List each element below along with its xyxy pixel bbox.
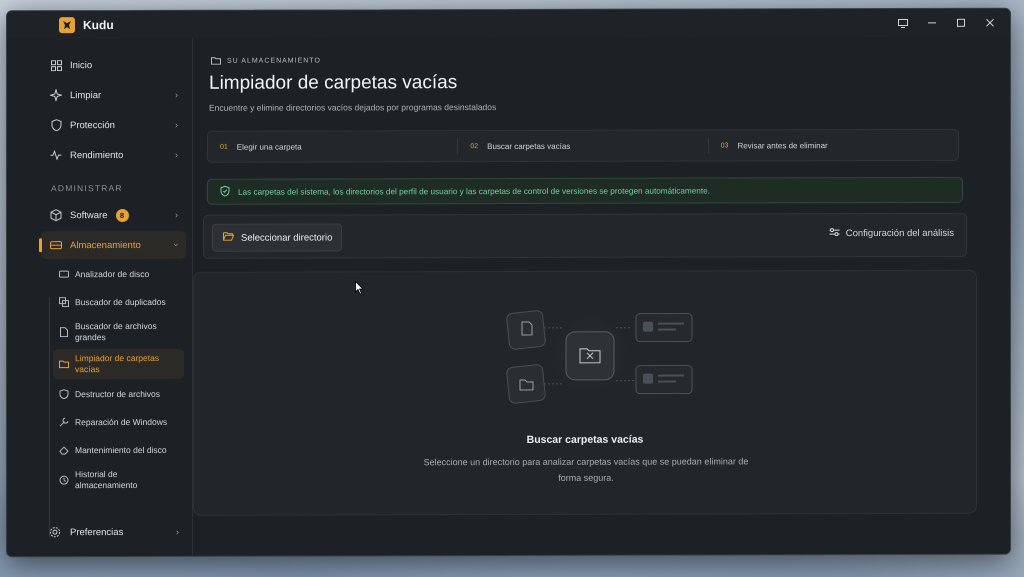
chevron-right-icon: › <box>175 209 178 220</box>
select-directory-label: Seleccionar directorio <box>241 231 333 244</box>
shield-check-icon <box>220 185 230 198</box>
wrench-icon <box>59 417 69 427</box>
empty-state-panel: Buscar carpetas vacías Seleccione un dir… <box>193 269 977 516</box>
main-content: SU ALMACENAMIENTO Limpiador de carpetas … <box>193 37 1010 556</box>
window-controls <box>888 9 1004 37</box>
sidebar-item-proteccion[interactable]: Protección › <box>41 111 186 139</box>
chevron-right-icon: › <box>175 119 178 130</box>
sidebar-item-label: Preferencias <box>70 526 124 538</box>
drive-icon <box>59 269 69 279</box>
section-heading-admin: ADMINISTRAR <box>51 183 123 194</box>
sidebar-item-label: Protección <box>70 119 115 131</box>
steps-bar: 01 Elegir una carpeta 02 Buscar carpetas… <box>207 128 959 163</box>
folder-x-icon <box>59 359 69 369</box>
history-icon <box>59 475 69 485</box>
count-badge: 8 <box>115 208 129 222</box>
step-number: 03 <box>720 141 729 149</box>
empty-folders-illustration <box>494 302 694 413</box>
chevron-right-icon: › <box>175 149 178 160</box>
drive-icon <box>49 238 63 252</box>
step-label: Elegir una carpeta <box>236 142 302 152</box>
sidebar-subitem-historial[interactable]: Historial de almacenamiento <box>53 465 184 495</box>
sidebar-item-label: Rendimiento <box>70 149 124 161</box>
step-3: 03 Revisar antes de eliminar <box>709 137 958 154</box>
sidebar-subitem-reparacion[interactable]: Reparación de Windows <box>53 409 184 435</box>
scan-settings-button[interactable]: Configuración del análisis <box>829 227 954 240</box>
chevron-right-icon: › <box>175 89 178 100</box>
pulse-icon <box>49 148 63 162</box>
step-number: 01 <box>220 143 228 151</box>
scan-settings-label: Configuración del análisis <box>845 227 954 240</box>
step-label: Buscar carpetas vacías <box>487 141 571 151</box>
empty-state-text: Seleccione un directorio para analizar c… <box>423 456 749 483</box>
sidebar-item-almacenamiento[interactable]: Almacenamiento › <box>41 230 186 260</box>
breadcrumb-label: SU ALMACENAMIENTO <box>227 56 321 65</box>
step-2: 02 Buscar carpetas vacías <box>458 137 709 155</box>
subitem-label: Buscador de archivos grandes <box>75 320 157 343</box>
sidebar-item-inicio[interactable]: Inicio <box>41 51 186 79</box>
page-subtitle: Encuentre y elimine directorios vacíos d… <box>209 102 497 113</box>
page-title: Limpiador de carpetas vacías <box>209 72 458 94</box>
subitem-label: Historial de almacenamiento <box>75 469 138 491</box>
file-icon <box>59 327 69 338</box>
app-logo-icon <box>59 17 75 34</box>
subitem-label: Reparación de Windows <box>75 416 168 427</box>
eraser-icon <box>59 445 69 455</box>
chevron-down-icon: › <box>171 243 182 247</box>
action-toolbar: Seleccionar directorio Configuración del… <box>203 212 967 259</box>
sidebar-item-label: Limpiar <box>70 89 102 101</box>
shield-icon <box>49 118 63 132</box>
notice-text: Las carpetas del sistema, los directorio… <box>238 185 710 197</box>
sidebar-item-label: Inicio <box>70 59 93 71</box>
sparkle-icon <box>49 88 63 102</box>
sidebar: Inicio Limpiar › Protección › Rendimient… <box>35 38 193 557</box>
sidebar-subitem-archivos-grandes[interactable]: Buscador de archivos grandes <box>53 317 184 347</box>
sidebar-subitem-destructor[interactable]: Destructor de archivos <box>53 381 184 407</box>
subitem-label: Destructor de archivos <box>75 388 161 399</box>
sidebar-item-label: Almacenamiento <box>70 239 141 251</box>
chevron-right-icon: › <box>176 526 179 537</box>
tree-line <box>49 297 50 538</box>
step-label: Revisar antes de eliminar <box>737 140 828 150</box>
sidebar-item-label: Software <box>70 209 108 221</box>
sidebar-item-rendimiento[interactable]: Rendimiento › <box>41 141 186 169</box>
sidebar-subitem-carpetas-vacias[interactable]: Limpiador de carpetas vacías <box>53 348 184 380</box>
sidebar-item-software[interactable]: Software 8 › <box>41 201 186 229</box>
select-directory-button[interactable]: Seleccionar directorio <box>212 223 342 252</box>
subitem-label: Analizador de disco <box>75 268 150 279</box>
grid-icon <box>49 58 63 72</box>
sidebar-subitem-duplicados[interactable]: Buscador de duplicados <box>53 289 184 315</box>
sidebar-item-limpiar[interactable]: Limpiar › <box>41 81 186 109</box>
shield-icon <box>59 389 69 400</box>
minimize-icon[interactable] <box>917 9 946 37</box>
subitem-label: Limpiador de carpetas vacías <box>75 352 160 375</box>
package-icon <box>49 208 63 222</box>
folder-open-icon <box>223 232 235 244</box>
subitem-label: Mantenimiento del disco <box>75 444 167 455</box>
copy-icon <box>59 297 69 308</box>
sidebar-subitem-analizador[interactable]: Analizador de disco <box>53 261 184 287</box>
app-title: Kudu <box>83 18 114 33</box>
step-1: 01 Elegir una carpeta <box>208 138 459 155</box>
folder-icon <box>211 57 221 65</box>
app-window: Kudu Inicio Limpiar › Protección › Rendi… <box>6 7 1011 558</box>
breadcrumb: SU ALMACENAMIENTO <box>211 56 321 65</box>
mouse-cursor-icon <box>355 281 364 295</box>
maximize-icon[interactable] <box>946 9 975 37</box>
sidebar-item-preferencias[interactable]: Preferencias › <box>41 518 187 546</box>
sidebar-subitem-mantenimiento[interactable]: Mantenimiento del disco <box>53 437 184 463</box>
title-bar: Kudu <box>7 8 1010 40</box>
cast-icon[interactable] <box>888 9 917 37</box>
close-icon[interactable] <box>975 9 1004 37</box>
gear-icon <box>49 526 63 538</box>
subitem-label: Buscador de duplicados <box>75 296 166 307</box>
sliders-icon <box>829 227 840 240</box>
step-number: 02 <box>470 142 479 150</box>
protection-notice: Las carpetas del sistema, los directorio… <box>207 176 963 205</box>
empty-state-title: Buscar carpetas vacías <box>526 433 644 446</box>
